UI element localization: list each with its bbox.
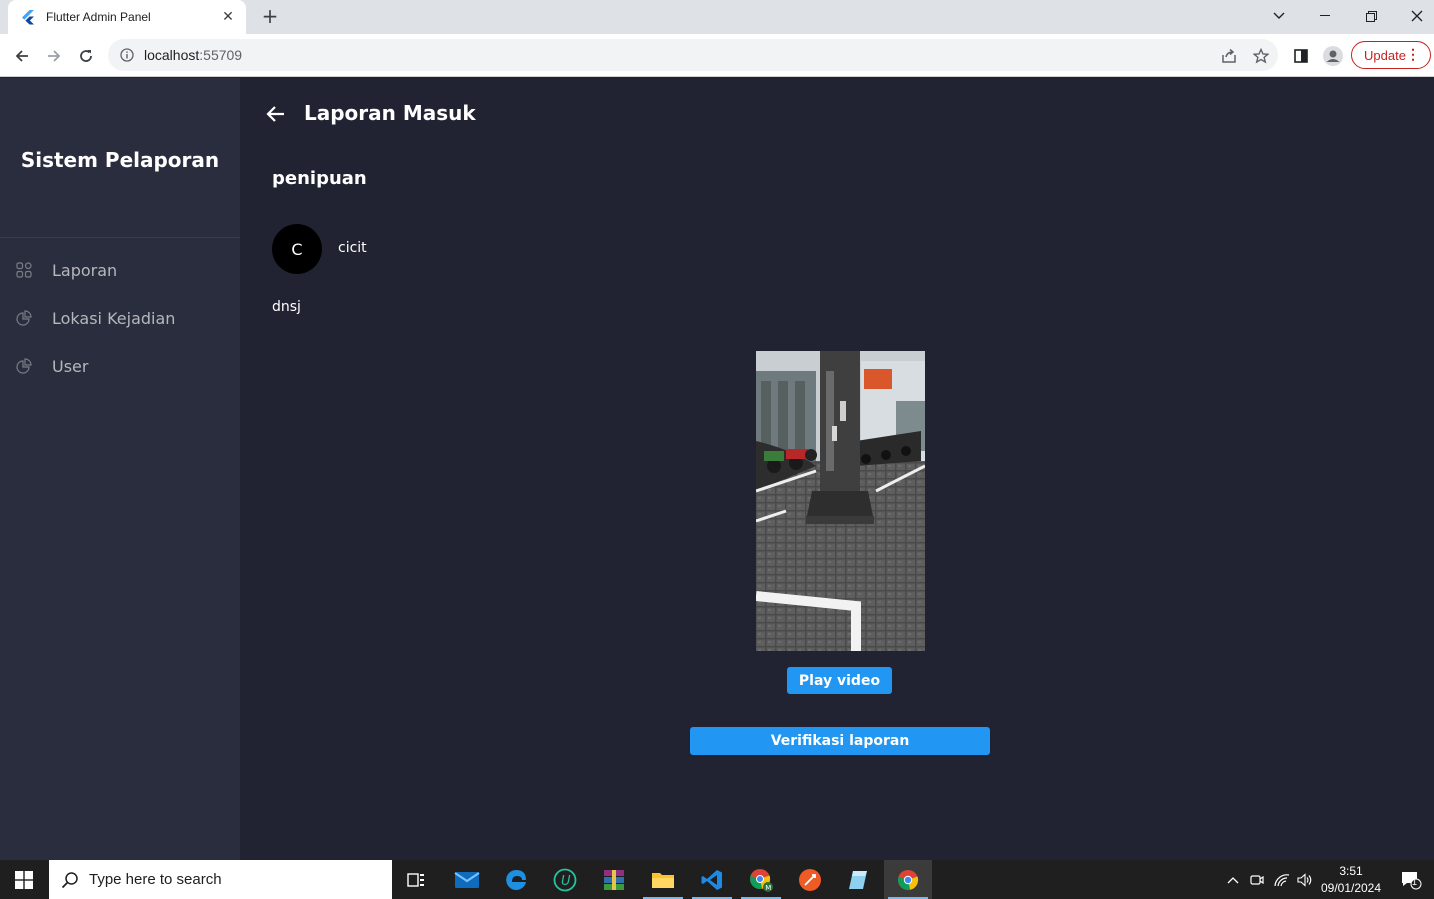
info-icon[interactable] bbox=[120, 48, 134, 62]
bookmark-star-icon[interactable] bbox=[1247, 42, 1275, 70]
report-photo bbox=[756, 351, 925, 651]
sidebar-item-laporan[interactable]: Laporan bbox=[0, 250, 240, 290]
task-view-icon[interactable] bbox=[392, 860, 440, 899]
upwork-icon[interactable]: U bbox=[541, 860, 589, 899]
username: cicit bbox=[338, 240, 367, 256]
grid-icon bbox=[16, 262, 32, 278]
tab-search-icon[interactable] bbox=[1256, 0, 1302, 32]
taskbar-search-input[interactable]: Type here to search bbox=[49, 860, 392, 899]
taskbar: Type here to search U M 3:51 09/01/2024 … bbox=[0, 860, 1434, 899]
sidebar-item-label: Laporan bbox=[52, 260, 118, 280]
sidebar-item-user[interactable]: User bbox=[0, 346, 240, 386]
minimize-icon[interactable] bbox=[1302, 0, 1348, 32]
profile-avatar-icon[interactable] bbox=[1319, 42, 1347, 70]
winrar-icon[interactable] bbox=[590, 860, 638, 899]
update-label: Update bbox=[1364, 47, 1406, 63]
back-arrow-icon[interactable] bbox=[264, 102, 288, 126]
chrome-icon[interactable] bbox=[884, 860, 932, 899]
close-tab-icon[interactable]: ✕ bbox=[220, 9, 236, 25]
sidebar-item-lokasi-kejadian[interactable]: Lokasi Kejadian bbox=[0, 298, 240, 338]
menu-dots-icon[interactable]: ⋮ bbox=[1406, 46, 1420, 63]
flutter-icon bbox=[22, 10, 34, 25]
browser-tab[interactable]: Flutter Admin Panel ✕ bbox=[8, 0, 246, 34]
notification-center-icon[interactable]: 1 bbox=[1398, 870, 1424, 890]
report-description: dnsj bbox=[272, 299, 301, 315]
report-title: penipuan bbox=[272, 168, 367, 189]
browser-toolbar: localhost:55709 Update ⋮ bbox=[0, 34, 1434, 77]
close-window-icon[interactable] bbox=[1394, 0, 1434, 32]
side-panel-icon[interactable] bbox=[1287, 42, 1315, 70]
sidebar-item-label: Lokasi Kejadian bbox=[52, 308, 176, 328]
clock-date: 09/01/2024 bbox=[1320, 881, 1382, 895]
tab-title: Flutter Admin Panel bbox=[46, 10, 151, 24]
notification-count: 1 bbox=[1412, 877, 1418, 887]
back-icon[interactable] bbox=[8, 42, 36, 70]
volume-icon[interactable] bbox=[1295, 870, 1315, 890]
vscode-icon[interactable] bbox=[688, 860, 736, 899]
pie-icon bbox=[16, 358, 32, 374]
svg-text:M: M bbox=[765, 884, 771, 892]
postman-icon[interactable] bbox=[786, 860, 834, 899]
forward-icon[interactable] bbox=[40, 42, 68, 70]
search-placeholder: Type here to search bbox=[89, 871, 222, 888]
system-clock[interactable]: 3:51 09/01/2024 bbox=[1316, 863, 1386, 897]
browser-tab-strip: Flutter Admin Panel ✕ + bbox=[0, 0, 1434, 34]
main-content: Laporan Masuk penipuan C cicit dnsj Play… bbox=[240, 78, 1434, 860]
meet-now-icon[interactable] bbox=[1247, 870, 1267, 890]
svg-text:U: U bbox=[561, 874, 571, 889]
pie-icon bbox=[16, 310, 32, 326]
sidebar-divider bbox=[0, 237, 240, 238]
mail-icon[interactable] bbox=[443, 860, 491, 899]
windows-start-icon[interactable] bbox=[0, 860, 48, 899]
verify-report-button[interactable]: Verifikasi laporan bbox=[690, 727, 990, 755]
notepad-icon[interactable] bbox=[835, 860, 883, 899]
new-tab-button[interactable]: + bbox=[258, 4, 282, 28]
brand-title: Sistem Pelaporan bbox=[20, 148, 220, 172]
wifi-icon[interactable] bbox=[1272, 870, 1292, 890]
search-icon bbox=[61, 871, 78, 888]
sidebar: Sistem Pelaporan Laporan Lokasi Kejadian… bbox=[0, 78, 240, 860]
edge-icon[interactable] bbox=[492, 860, 540, 899]
avatar: C bbox=[272, 224, 322, 274]
update-button[interactable]: Update ⋮ bbox=[1351, 41, 1431, 69]
play-video-button[interactable]: Play video bbox=[787, 667, 892, 694]
show-hidden-icons-icon[interactable] bbox=[1223, 870, 1243, 890]
chrome-profile-icon[interactable]: M bbox=[737, 860, 785, 899]
reload-icon[interactable] bbox=[72, 42, 100, 70]
url-text: localhost:55709 bbox=[144, 47, 243, 63]
clock-time: 3:51 bbox=[1339, 864, 1363, 878]
restore-icon[interactable] bbox=[1348, 0, 1394, 32]
sidebar-item-label: User bbox=[52, 356, 89, 376]
address-bar[interactable]: localhost:55709 bbox=[108, 39, 1278, 71]
share-icon[interactable] bbox=[1215, 42, 1243, 70]
page-title: Laporan Masuk bbox=[304, 101, 476, 125]
file-explorer-icon[interactable] bbox=[639, 860, 687, 899]
